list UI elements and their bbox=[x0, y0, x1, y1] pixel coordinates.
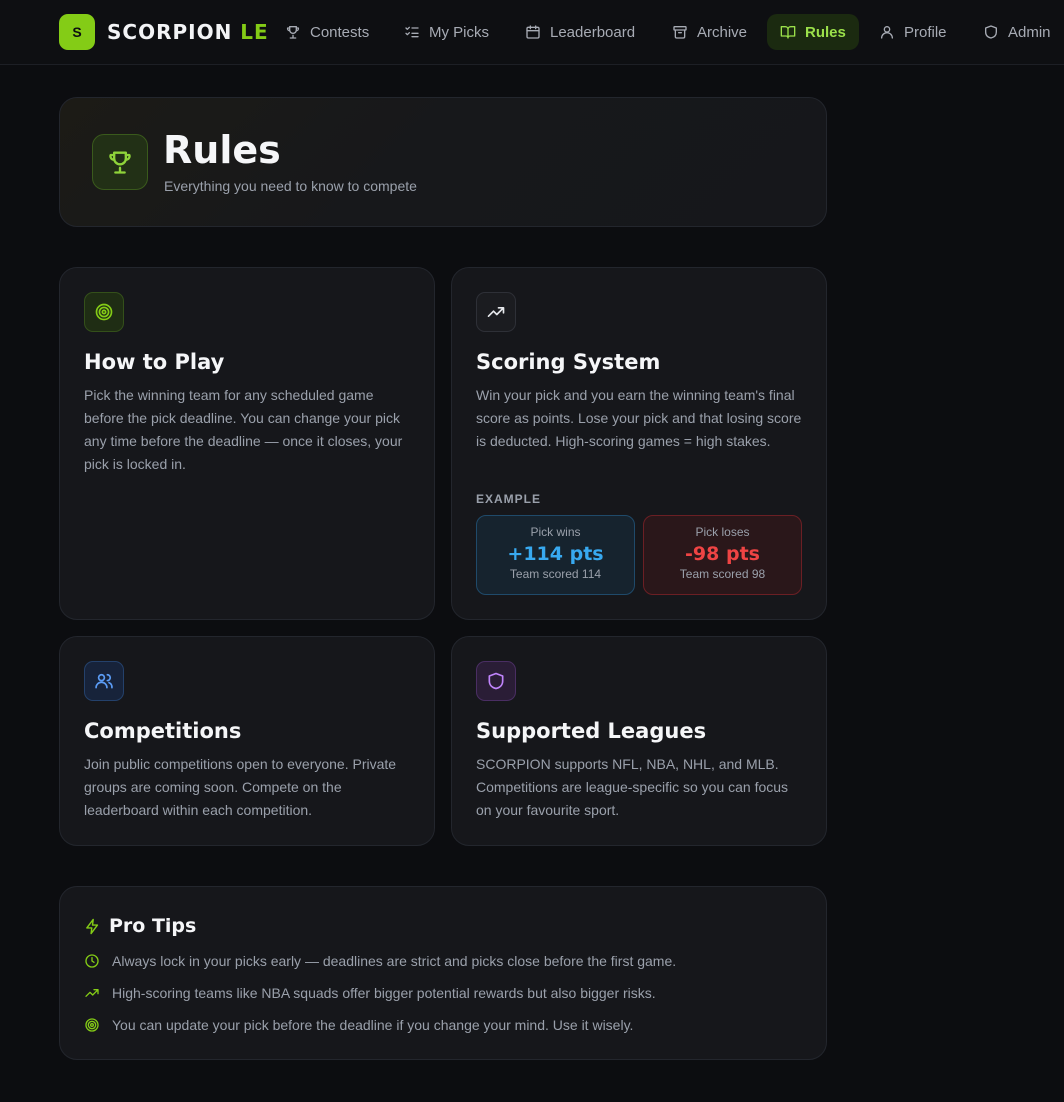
archive-icon bbox=[673, 26, 687, 39]
competitions-card: Competitions Join public competitions op… bbox=[59, 636, 435, 846]
pro-tips-title: Pro Tips bbox=[109, 915, 197, 937]
page-subtitle: Everything you need to know to compete bbox=[164, 178, 417, 194]
user-icon bbox=[881, 26, 893, 39]
leagues-card: Supported Leagues SCORPION supports NFL,… bbox=[451, 636, 827, 846]
target-icon bbox=[95, 303, 113, 321]
how-to-play-title: How to Play bbox=[84, 350, 225, 374]
hero-icon-box bbox=[92, 134, 148, 190]
nav-profile-label: Profile bbox=[904, 23, 947, 41]
nav-archive-label: Archive bbox=[697, 23, 748, 41]
page-title: Rules bbox=[163, 128, 281, 172]
nav-leaderboard[interactable]: Leaderboard bbox=[512, 14, 648, 50]
users-icon bbox=[95, 673, 113, 689]
brand-name[interactable]: SCORPION LE bbox=[107, 20, 269, 44]
book-open-icon bbox=[780, 26, 796, 39]
tip-item: Always lock in your picks early — deadli… bbox=[84, 953, 676, 969]
target-icon bbox=[85, 1018, 99, 1032]
example-win-label: Pick wins bbox=[530, 525, 581, 539]
scoring-card: Scoring System Win your pick and you ear… bbox=[451, 267, 827, 620]
scoring-title: Scoring System bbox=[476, 350, 661, 374]
example-win-box: Pick wins +114 pts Team scored 114 bbox=[476, 515, 635, 595]
pro-tips-header: Pro Tips bbox=[84, 915, 196, 937]
nav-contests-label: Contests bbox=[310, 23, 370, 41]
leagues-icon-box bbox=[476, 661, 516, 701]
competitions-title: Competitions bbox=[84, 719, 242, 743]
nav-contests[interactable]: Contests bbox=[272, 14, 382, 50]
example-lose-box: Pick loses -98 pts Team scored 98 bbox=[643, 515, 802, 595]
logo-letter: S bbox=[72, 24, 82, 40]
zap-icon bbox=[86, 918, 99, 934]
example-win-note: Team scored 114 bbox=[509, 567, 602, 581]
shield-icon bbox=[488, 672, 504, 690]
example-lose-points: -98 pts bbox=[685, 543, 760, 565]
nav-leaderboard-label: Leaderboard bbox=[550, 23, 636, 41]
shield-icon bbox=[985, 25, 997, 39]
scoring-body: Win your pick and you earn the winning t… bbox=[476, 387, 802, 449]
leagues-title: Supported Leagues bbox=[476, 719, 707, 743]
brand-name-main: SCORPION bbox=[107, 20, 233, 44]
rules-hero: Rules Everything you need to know to com… bbox=[59, 97, 827, 227]
nav-profile[interactable]: Profile bbox=[866, 14, 960, 50]
leagues-body: SCORPION supports NFL, NBA, NHL, and MLB… bbox=[476, 756, 789, 818]
tip-item: You can update your pick before the dead… bbox=[84, 1017, 633, 1033]
nav-rules[interactable]: Rules bbox=[767, 14, 859, 50]
trophy-icon bbox=[286, 26, 300, 39]
competitions-icon-box bbox=[84, 661, 124, 701]
example-lose-note: Team scored 98 bbox=[679, 567, 766, 581]
calendar-icon bbox=[526, 25, 540, 39]
top-nav: S SCORPION LE Contests My Picks Leaderbo… bbox=[0, 0, 1064, 65]
nav-my-picks[interactable]: My Picks bbox=[391, 14, 502, 50]
example-label: EXAMPLE bbox=[476, 492, 542, 506]
checklist-icon bbox=[405, 26, 419, 38]
logo-badge[interactable]: S bbox=[59, 14, 95, 50]
tip-text: High-scoring teams like NBA squads offer… bbox=[112, 985, 656, 1001]
competitions-body: Join public competitions open to everyon… bbox=[84, 756, 397, 818]
trending-up-icon bbox=[487, 307, 505, 317]
tip-text: You can update your pick before the dead… bbox=[112, 1017, 634, 1033]
how-to-play-card: How to Play Pick the winning team for an… bbox=[59, 267, 435, 620]
nav-my-picks-label: My Picks bbox=[429, 23, 489, 41]
example-win-points: +114 pts bbox=[507, 543, 604, 565]
trending-up-icon bbox=[85, 989, 99, 997]
brand-name-accent: LE bbox=[232, 20, 269, 44]
scoring-icon-box bbox=[476, 292, 516, 332]
how-to-play-icon-box bbox=[84, 292, 124, 332]
pro-tips-card: Pro Tips Always lock in your picks early… bbox=[59, 886, 827, 1060]
example-lose-label: Pick loses bbox=[695, 525, 750, 539]
tip-item: High-scoring teams like NBA squads offer… bbox=[84, 985, 656, 1001]
clock-icon bbox=[85, 954, 99, 968]
trophy-icon bbox=[109, 151, 131, 174]
nav-admin-label: Admin bbox=[1008, 23, 1051, 41]
nav-rules-label: Rules bbox=[805, 23, 846, 41]
how-to-play-body: Pick the winning team for any scheduled … bbox=[84, 387, 403, 472]
nav-archive[interactable]: Archive bbox=[659, 14, 760, 50]
tip-text: Always lock in your picks early — deadli… bbox=[112, 953, 677, 969]
nav-admin[interactable]: Admin bbox=[970, 14, 1064, 50]
